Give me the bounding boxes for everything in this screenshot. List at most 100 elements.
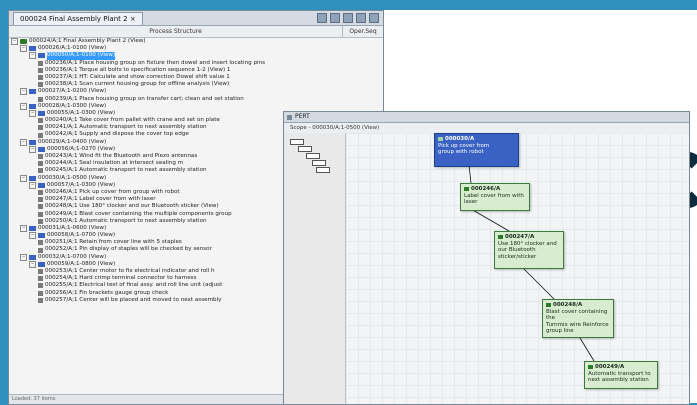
operation-icon [38, 82, 43, 88]
pert-node-text: laser [464, 199, 478, 206]
expand-collapse-icon[interactable]: − [29, 181, 36, 189]
tree-row-label: 000050/A;1-0100 (View) [47, 52, 116, 60]
tree-row-label: 000058/A;1-0700 (View) [47, 232, 116, 239]
operation-icon [38, 168, 43, 174]
pert-titlebar: PERT [284, 112, 689, 123]
process-plan-icon [38, 182, 45, 188]
column-oper-seq[interactable]: Oper.Seq [343, 26, 383, 37]
tree-row-label: 000242/A;1 Supply and dispose the cover … [45, 131, 189, 138]
tree-row[interactable]: − 000050/A;1-0100 (View) [9, 52, 383, 60]
toolbar-icon[interactable] [343, 13, 353, 23]
tree-row[interactable]: 000239/A;1 Place housing group on transf… [9, 96, 383, 103]
operation-icon [438, 137, 443, 142]
overview-node [298, 146, 312, 152]
pert-node-text: our Bluetooth [498, 247, 536, 254]
overview-node [306, 153, 320, 159]
process-plan-icon [38, 110, 45, 116]
column-process-structure[interactable]: Process Structure [9, 26, 343, 37]
expand-collapse-icon[interactable]: − [20, 224, 27, 232]
tree-row-label: 000253/A;1 Center motor to fix electrica… [45, 268, 215, 274]
pert-node-id: 000247/A [505, 234, 535, 240]
pert-node-text: Turnmix wire Reinforce [546, 321, 609, 328]
pert-node-id: 000249/A [595, 364, 625, 370]
operation-icon [38, 204, 43, 210]
tree-row-label: 000056/A;1-0270 (View) [47, 145, 116, 152]
operation-icon [38, 269, 43, 275]
pert-close-icon[interactable] [287, 114, 292, 120]
tree-row-label: 000244/A;1 Seal insulation at intersect … [45, 160, 184, 167]
operation-icon [38, 240, 43, 246]
operation-icon [588, 365, 593, 370]
operation-icon [38, 154, 43, 160]
pert-node-id: 000030/A [445, 136, 475, 142]
tree-row[interactable]: 000236/A;1 Torque all bolts to specifica… [9, 67, 383, 74]
pert-canvas[interactable]: 000030/A Pick up cover from group with rob… [346, 133, 689, 404]
pert-node-id: 000246/A [471, 186, 501, 192]
expand-collapse-icon[interactable]: − [11, 38, 18, 46]
expand-collapse-icon[interactable]: − [29, 232, 36, 240]
expand-collapse-icon[interactable]: − [20, 45, 27, 53]
tree-row-label: 000255/A;1 Electrical test of final assy… [45, 282, 223, 289]
tree-row-label: 000238/A;1 Scan current housing group fo… [45, 81, 230, 88]
expand-collapse-icon[interactable]: − [29, 145, 36, 153]
tree-row[interactable]: − 000024/A;1 Final Assembly Plant 2 (View… [9, 38, 383, 46]
tree-row[interactable]: − 000027/A;1-0200 (View) [9, 88, 383, 96]
operation-icon [546, 303, 551, 308]
expand-collapse-icon[interactable]: − [20, 88, 27, 96]
process-plan-icon [38, 261, 45, 267]
pert-node[interactable]: 000249/A Automatic transport to next assem… [584, 361, 658, 389]
tree-row-label: 000031/A;1-0600 (View) [38, 224, 107, 231]
pert-node[interactable]: 000248/A Blast cover containing the Turnmi… [542, 299, 614, 338]
operation-icon [38, 67, 43, 73]
tree-row-label: 000024/A;1 Final Assembly Plant 2 (View) [29, 38, 146, 44]
operation-icon [38, 276, 43, 282]
operation-icon [498, 235, 503, 240]
pert-node-text: group with robot [438, 149, 484, 156]
pert-node[interactable]: 000247/A Use 180° clocker and our Bluetoot… [494, 231, 564, 269]
operation-icon [464, 187, 469, 192]
tree-row-label: 000055/A;1-0300 (View) [47, 109, 116, 116]
pert-node-text: group line [546, 328, 574, 335]
pert-overview[interactable] [284, 133, 346, 404]
process-plan-icon [29, 225, 36, 231]
process-plan-icon [29, 89, 36, 95]
pert-node-header: 000246/A [464, 186, 526, 193]
tab-title: 000024 Final Assembly Plant 2 [20, 14, 128, 23]
overview-node [316, 167, 330, 173]
operation-icon [38, 218, 43, 224]
expand-collapse-icon[interactable]: − [20, 102, 27, 110]
tree-row[interactable]: − 000026/A;1-0100 (View) [9, 45, 383, 53]
editor-tab[interactable]: 000024 Final Assembly Plant 2 × [13, 11, 143, 25]
tree-row-label: 000250/A;1 Automatic transport to next a… [45, 217, 207, 224]
tree-row-label: 000245/A;1 Automatic transport to next a… [45, 167, 207, 174]
process-plan-icon [29, 254, 36, 260]
toolbar-icon[interactable] [330, 13, 340, 23]
pert-node[interactable]: 000246/A Label cover from with laser [460, 183, 530, 211]
tree-row[interactable]: 000237/A;1 HT: Calculate and show correc… [9, 74, 383, 81]
window-titlebar: 000024 Final Assembly Plant 2 × [9, 11, 383, 26]
operation-icon [38, 125, 43, 131]
expand-collapse-icon[interactable]: − [20, 174, 27, 182]
overview-node [290, 139, 304, 145]
operation-icon [38, 132, 43, 138]
tree-column-header: Process Structure Oper.Seq [9, 26, 383, 38]
tree-row-label: 000252/A;1 Pin display of staples will b… [45, 246, 212, 253]
operation-icon [38, 190, 43, 196]
expand-collapse-icon[interactable]: − [20, 138, 27, 146]
operation-icon [38, 297, 43, 303]
tree-row[interactable]: 000238/A;1 Scan current housing group fo… [9, 81, 383, 88]
expand-collapse-icon[interactable]: − [29, 260, 36, 268]
tree-row[interactable]: − 000028/A;1-0300 (View) [9, 103, 383, 110]
expand-collapse-icon[interactable]: − [20, 253, 27, 261]
toolbar-icon[interactable] [356, 13, 366, 23]
pert-node-text: sticker/sticker [498, 253, 537, 260]
expand-collapse-icon[interactable]: − [29, 109, 36, 117]
assembly-icon [20, 39, 27, 45]
expand-collapse-icon[interactable]: − [29, 52, 36, 60]
toolbar-icon[interactable] [317, 13, 327, 23]
tree-row[interactable]: 000236/A;1 Place housing group on fixtur… [9, 60, 383, 67]
pert-node[interactable]: 000030/A Pick up cover from group with rob… [434, 133, 519, 167]
pert-node-text: Use 180° clocker and [498, 240, 557, 247]
toolbar-icon[interactable] [369, 13, 379, 23]
pert-node-header: 000249/A [588, 364, 654, 371]
